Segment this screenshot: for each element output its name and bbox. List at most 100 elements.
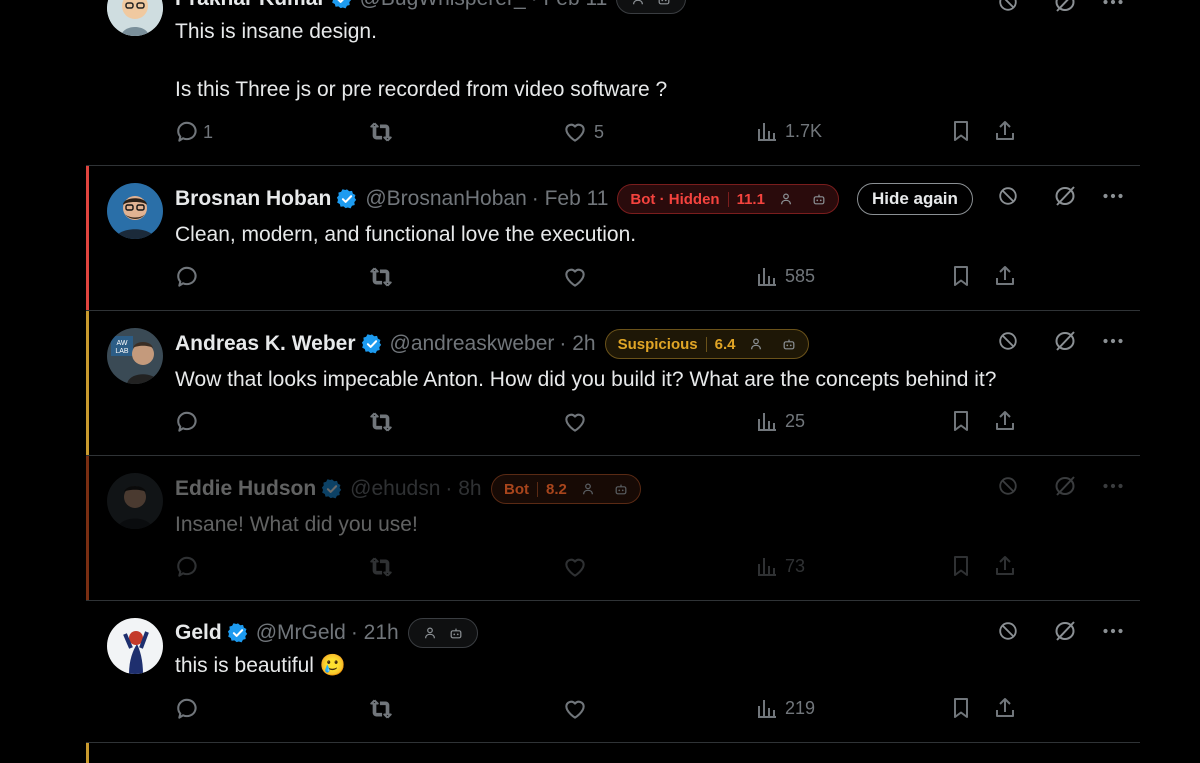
avatar[interactable]: [107, 0, 163, 36]
share-button[interactable]: [993, 409, 1017, 433]
mute-icon[interactable]: [1053, 474, 1077, 498]
hide-again-button[interactable]: Hide again: [856, 183, 973, 215]
author-handle[interactable]: @BugWhisperer_: [360, 0, 526, 11]
tweet-eddie-hudson[interactable]: Eddie Hudson @ehudsn · 8h Insane! What d…: [86, 456, 1140, 601]
like-button[interactable]: [562, 264, 588, 290]
timestamp[interactable]: · 21h: [351, 621, 399, 645]
views-button[interactable]: 585: [755, 264, 815, 288]
author-handle[interactable]: @andreaskweber: [390, 332, 555, 356]
reply-count: 1: [203, 121, 214, 142]
robot-icon[interactable]: [614, 482, 628, 496]
avatar[interactable]: [107, 473, 163, 529]
reply-button[interactable]: [175, 696, 201, 722]
svg-text:LAB: LAB: [115, 348, 129, 355]
avatar[interactable]: AW LAB: [107, 328, 163, 384]
block-icon[interactable]: [997, 0, 1019, 13]
badge-divider: [705, 336, 707, 352]
timestamp[interactable]: · Feb 11: [531, 0, 608, 11]
mute-icon[interactable]: [1053, 184, 1077, 208]
reply-icon: [175, 554, 201, 580]
mute-icon[interactable]: [1053, 0, 1077, 14]
bot-score-badge[interactable]: Bot 8.2: [491, 474, 641, 504]
bookmark-button[interactable]: [949, 554, 973, 578]
badge-label: Bot: [504, 480, 529, 498]
more-icon[interactable]: [1101, 474, 1125, 498]
block-icon[interactable]: [997, 330, 1019, 352]
share-button[interactable]: [993, 119, 1017, 143]
author-name[interactable]: Geld: [175, 621, 222, 645]
views-button[interactable]: 1.7K: [755, 119, 822, 143]
views-button[interactable]: 25: [755, 409, 805, 433]
repost-button[interactable]: [368, 264, 394, 290]
tweet-brosnan-hoban[interactable]: Brosnan Hoban @BrosnanHoban · Feb 11 Bot…: [86, 166, 1140, 311]
author-name[interactable]: Andreas K. Weber: [175, 332, 356, 356]
tweet-andreas-weber[interactable]: AW LAB Andreas K. Weber @andreaskweber · …: [86, 311, 1140, 456]
robot-icon[interactable]: [782, 337, 796, 351]
share-button[interactable]: [993, 264, 1017, 288]
bookmark-button[interactable]: [949, 696, 973, 720]
person-icon[interactable]: [631, 0, 645, 6]
repost-button[interactable]: [368, 554, 394, 580]
like-icon: [562, 264, 588, 290]
repost-button[interactable]: [368, 119, 394, 145]
reply-button[interactable]: [175, 409, 201, 435]
bookmark-button[interactable]: [949, 119, 973, 143]
more-icon[interactable]: [1101, 0, 1125, 14]
block-icon[interactable]: [997, 620, 1019, 642]
avatar[interactable]: [107, 183, 163, 239]
like-button[interactable]: [562, 554, 588, 580]
bot-score-badge[interactable]: [616, 0, 687, 14]
avatar[interactable]: [107, 618, 163, 674]
more-icon[interactable]: [1101, 329, 1125, 353]
tweet-next-partial[interactable]: [86, 743, 1140, 763]
reply-icon: [175, 264, 201, 290]
bookmark-button[interactable]: [949, 264, 973, 288]
share-button[interactable]: [993, 554, 1017, 578]
robot-icon[interactable]: [657, 0, 671, 6]
like-button[interactable]: [562, 696, 588, 722]
timestamp[interactable]: · 2h: [559, 332, 595, 356]
reply-feed: Prakhar Kumar @BugWhisperer_ · Feb 11 Th…: [86, 0, 1140, 763]
view-count: 25: [785, 410, 806, 431]
more-icon[interactable]: [1101, 184, 1125, 208]
bot-score-badge[interactable]: Bot · Hidden 11.1: [617, 184, 839, 214]
mute-icon[interactable]: [1053, 329, 1077, 353]
tweet-text: This is insane design. Is this Three js …: [175, 20, 668, 101]
timestamp[interactable]: · Feb 11: [532, 187, 609, 211]
repost-button[interactable]: [368, 696, 394, 722]
block-icon[interactable]: [997, 475, 1019, 497]
tweet-prakhar-kumar[interactable]: Prakhar Kumar @BugWhisperer_ · Feb 11 Th…: [86, 0, 1140, 166]
tweet-geld[interactable]: Geld @MrGeld · 21h this is beautiful 🥲 2…: [86, 601, 1140, 743]
views-button[interactable]: 73: [755, 554, 805, 578]
tweet-actions: 585: [175, 264, 1015, 294]
badge-row: Bot 8.2: [491, 474, 641, 504]
reply-button[interactable]: 1: [175, 119, 213, 145]
reply-button[interactable]: [175, 554, 201, 580]
author-name[interactable]: Eddie Hudson: [175, 477, 316, 501]
mute-icon[interactable]: [1053, 619, 1077, 643]
author-handle[interactable]: @ehudsn: [350, 477, 440, 501]
author-handle[interactable]: @MrGeld: [256, 621, 346, 645]
timestamp[interactable]: · 8h: [445, 477, 481, 501]
bot-score-badge[interactable]: [407, 618, 478, 648]
tweet-header: Eddie Hudson @ehudsn · 8h: [175, 474, 482, 504]
robot-icon[interactable]: [449, 626, 463, 640]
bot-score-badge[interactable]: Suspicious 6.4: [604, 329, 810, 359]
author-name[interactable]: Brosnan Hoban: [175, 187, 331, 211]
person-icon[interactable]: [779, 192, 793, 206]
repost-button[interactable]: [368, 409, 394, 435]
more-icon[interactable]: [1101, 619, 1125, 643]
reply-button[interactable]: [175, 264, 201, 290]
robot-icon[interactable]: [812, 192, 826, 206]
views-button[interactable]: 219: [755, 696, 815, 720]
person-icon[interactable]: [749, 337, 763, 351]
bookmark-button[interactable]: [949, 409, 973, 433]
author-handle[interactable]: @BrosnanHoban: [365, 187, 526, 211]
author-name[interactable]: Prakhar Kumar: [175, 0, 326, 11]
person-icon[interactable]: [423, 626, 437, 640]
block-icon[interactable]: [997, 185, 1019, 207]
like-button[interactable]: 5: [562, 119, 604, 145]
share-button[interactable]: [993, 696, 1017, 720]
person-icon[interactable]: [581, 482, 595, 496]
like-button[interactable]: [562, 409, 588, 435]
